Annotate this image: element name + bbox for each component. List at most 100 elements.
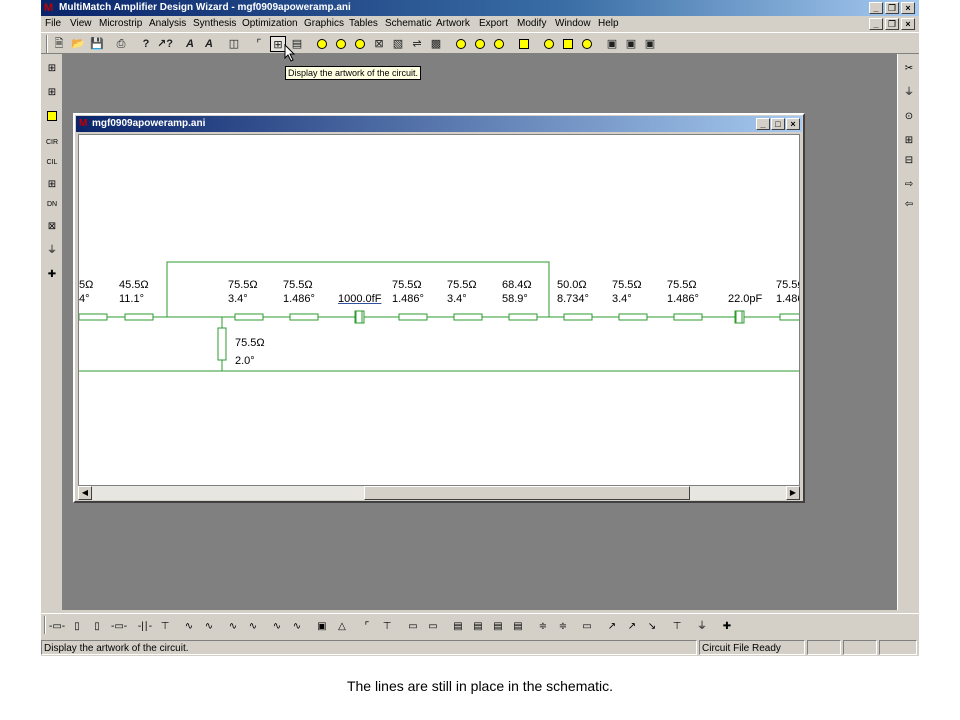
- open-folder-icon[interactable]: 📂: [70, 36, 86, 52]
- close-button[interactable]: ×: [901, 2, 915, 14]
- taper-icon[interactable]: ≑: [535, 619, 551, 635]
- help-icon[interactable]: ?: [138, 36, 154, 52]
- minimize-button[interactable]: _: [869, 2, 883, 14]
- mdi-minimize-button[interactable]: _: [869, 18, 883, 30]
- cross-icon[interactable]: ▤: [470, 619, 486, 635]
- save-disk-icon[interactable]: 💾: [89, 36, 105, 52]
- device-dn-icon[interactable]: DN: [43, 196, 61, 214]
- yellow-circle-point-icon[interactable]: [491, 36, 507, 52]
- menu-microstrip[interactable]: Microstrip: [97, 16, 144, 32]
- shunt-line-icon[interactable]: ▯: [69, 619, 85, 635]
- shunt-rl-icon[interactable]: ∿: [245, 619, 261, 635]
- yellow-circle-dot-icon[interactable]: [352, 36, 368, 52]
- diagonal-cross-icon[interactable]: ↘: [644, 619, 660, 635]
- menu-schematic[interactable]: Schematic: [383, 16, 434, 32]
- menu-export[interactable]: Export: [477, 16, 510, 32]
- yellow-circle-f-icon[interactable]: [333, 36, 349, 52]
- new-file-icon[interactable]: 🗎: [51, 36, 67, 52]
- child-maximize-button[interactable]: □: [771, 118, 785, 130]
- step-icon[interactable]: ▭: [405, 619, 421, 635]
- boxed-dot-icon[interactable]: ⊙: [900, 108, 918, 126]
- radial-stub-icon[interactable]: ≑: [555, 619, 571, 635]
- scissors-icon[interactable]: ✂: [900, 60, 918, 78]
- restore-button[interactable]: ❐: [885, 2, 899, 14]
- lock-icon[interactable]: ▣: [604, 36, 620, 52]
- series-capacitor-icon[interactable]: -|∣-: [137, 619, 153, 635]
- yellow-square-icon[interactable]: [560, 36, 576, 52]
- context-help-icon[interactable]: ↗?: [157, 36, 173, 52]
- cross-node-icon[interactable]: ✚: [43, 266, 61, 284]
- menu-artwork[interactable]: Artwork: [434, 16, 472, 32]
- menu-window[interactable]: Window: [553, 16, 593, 32]
- mdi-close-button[interactable]: ×: [901, 18, 915, 30]
- menu-optimization[interactable]: Optimization: [240, 16, 300, 32]
- circuit-cil-icon[interactable]: CIL: [43, 154, 61, 172]
- schematic-canvas[interactable]: 5Ω 4° 45.5Ω 11.1° 75.5Ω 3.4° 75.5Ω 1.486…: [78, 134, 800, 486]
- port-terminal-icon[interactable]: ⊤: [669, 619, 685, 635]
- lock-edit-icon[interactable]: ▣: [642, 36, 658, 52]
- coupler-icon[interactable]: ▤: [450, 619, 466, 635]
- yellow-circle-minus-icon[interactable]: [579, 36, 595, 52]
- move-left-icon[interactable]: ⇦: [900, 196, 918, 214]
- series-resistor-icon[interactable]: -▭-: [111, 619, 127, 635]
- cross-junction-icon[interactable]: ✚: [719, 619, 735, 635]
- element-label-capacitance[interactable]: 1000.0fF: [338, 293, 381, 305]
- scroll-left-arrow-icon[interactable]: ◀: [78, 486, 92, 500]
- ground-symbol-icon[interactable]: ⏚: [900, 84, 918, 102]
- menu-tables[interactable]: Tables: [347, 16, 380, 32]
- menu-file[interactable]: File: [43, 16, 63, 32]
- series-inductor-icon[interactable]: ∿: [181, 619, 197, 635]
- transformer-icon[interactable]: ▭: [579, 619, 595, 635]
- menu-graphics[interactable]: Graphics: [302, 16, 346, 32]
- transmission-line-tool-icon[interactable]: ⌜: [251, 36, 267, 52]
- component-box-icon[interactable]: ▧: [390, 36, 406, 52]
- tee-icon[interactable]: ⊤: [379, 619, 395, 635]
- move-right-icon[interactable]: ⇨: [900, 176, 918, 194]
- yellow-circle-outline-icon[interactable]: [541, 36, 557, 52]
- font-a-alt-icon[interactable]: A: [201, 36, 217, 52]
- yellow-circle-1-icon[interactable]: [314, 36, 330, 52]
- diagonal-line-icon[interactable]: ↗: [604, 619, 620, 635]
- series-rl-icon[interactable]: ∿: [225, 619, 241, 635]
- swap-icon[interactable]: ⇌: [409, 36, 425, 52]
- shunt-inductor-icon[interactable]: ∿: [201, 619, 217, 635]
- mdi-restore-button[interactable]: ❐: [885, 18, 899, 30]
- yellow-box-icon[interactable]: [43, 108, 61, 126]
- bend-icon[interactable]: ⌜: [359, 619, 375, 635]
- ground-icon[interactable]: ⏚: [43, 242, 61, 260]
- boxed-k-icon[interactable]: ⊠: [43, 218, 61, 236]
- lock-alt-icon[interactable]: ▣: [623, 36, 639, 52]
- menu-modify[interactable]: Modify: [515, 16, 548, 32]
- bar-chart-icon[interactable]: ▩: [428, 36, 444, 52]
- grid-box-icon[interactable]: ⊠: [371, 36, 387, 52]
- diagonal-line-alt-icon[interactable]: ↗: [624, 619, 640, 635]
- component-block-icon[interactable]: ▣: [314, 619, 330, 635]
- series-line-icon[interactable]: -▭-: [49, 619, 65, 635]
- scroll-right-arrow-icon[interactable]: ▶: [786, 486, 800, 500]
- open-end-icon[interactable]: ▤: [490, 619, 506, 635]
- port-node-icon[interactable]: ⊞: [43, 84, 61, 102]
- open-stub-icon[interactable]: ▯: [89, 619, 105, 635]
- framed-a-icon[interactable]: [516, 36, 532, 52]
- port-input-icon[interactable]: ⊞: [43, 60, 61, 78]
- gap-icon[interactable]: ▭: [425, 619, 441, 635]
- shunt-capacitor-icon[interactable]: ⊤: [157, 619, 173, 635]
- yellow-circle-s-icon[interactable]: [453, 36, 469, 52]
- menu-help[interactable]: Help: [596, 16, 621, 32]
- via-icon[interactable]: ▤: [510, 619, 526, 635]
- horizontal-scrollbar[interactable]: ◀ ▶: [78, 486, 800, 500]
- boxed-minus-icon[interactable]: ⊟: [900, 152, 918, 170]
- resize-component-icon[interactable]: ◫: [226, 36, 242, 52]
- circuit-cir-icon[interactable]: CIR: [43, 134, 61, 152]
- ground-plane-icon[interactable]: ⏚: [694, 619, 710, 635]
- boxed-plus-icon[interactable]: ⊞: [900, 132, 918, 150]
- font-a-icon[interactable]: A: [182, 36, 198, 52]
- device-icon[interactable]: ⊞: [43, 176, 61, 194]
- print-icon[interactable]: ⎙: [113, 36, 129, 52]
- scroll-thumb[interactable]: [364, 486, 690, 500]
- yellow-circle-arrow-icon[interactable]: [472, 36, 488, 52]
- component-pad-icon[interactable]: △: [334, 619, 350, 635]
- child-minimize-button[interactable]: _: [756, 118, 770, 130]
- series-rlc-icon[interactable]: ∿: [269, 619, 285, 635]
- child-close-button[interactable]: ×: [786, 118, 800, 130]
